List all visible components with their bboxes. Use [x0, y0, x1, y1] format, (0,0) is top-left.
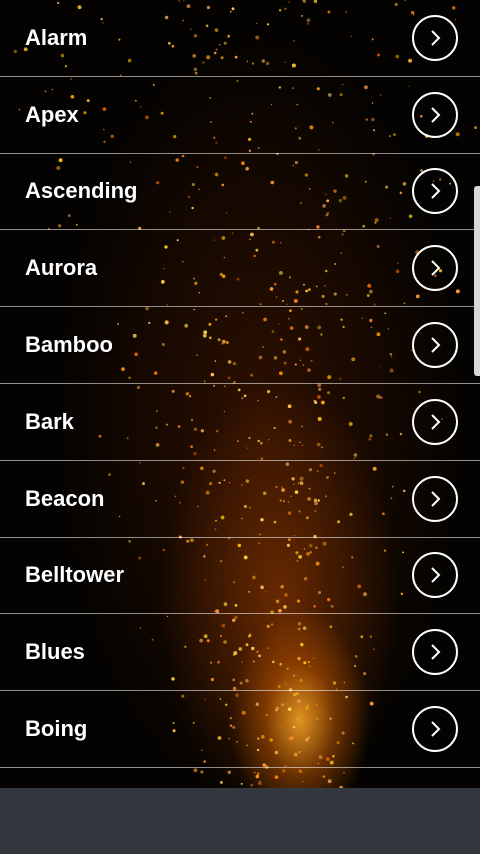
ringtone-list: Alarm Apex Ascending Aurora Bamboo Bark …	[0, 0, 480, 778]
bottom-bar	[0, 788, 480, 854]
spark	[327, 779, 332, 784]
chevron-right-button[interactable]	[412, 629, 458, 676]
spark	[250, 783, 253, 787]
list-item-label: Alarm	[25, 24, 88, 50]
spark	[259, 780, 261, 782]
chevron-right-button[interactable]	[412, 91, 458, 138]
spark	[219, 780, 223, 784]
spark	[258, 781, 262, 785]
chevron-right-button[interactable]	[412, 552, 458, 599]
list-item[interactable]: Bamboo	[0, 307, 480, 384]
list-item[interactable]: Bark	[0, 384, 480, 461]
list-item-label: Beacon	[25, 485, 105, 511]
list-item[interactable]: Alarm	[0, 0, 480, 77]
chevron-right-icon	[431, 260, 441, 276]
chevron-right-icon	[431, 490, 441, 507]
screen: Alarm Apex Ascending Aurora Bamboo Bark …	[0, 0, 480, 854]
list-item[interactable]: Blues	[0, 614, 480, 692]
list-item-label: Bamboo	[25, 332, 113, 358]
list-item[interactable]: Aurora	[0, 230, 480, 308]
list-item[interactable]: Ascending	[0, 154, 480, 231]
chevron-right-button[interactable]	[412, 398, 458, 445]
list-item-label: Belltower	[25, 562, 125, 588]
chevron-right-icon	[431, 721, 441, 737]
chevron-right-button[interactable]	[412, 168, 458, 215]
scrollbar-thumb[interactable]	[474, 186, 480, 376]
list-item[interactable]: Apex	[0, 77, 480, 154]
chevron-right-button[interactable]	[412, 706, 458, 753]
chevron-right-button[interactable]	[412, 14, 458, 61]
list-item-label: Boing	[25, 716, 88, 742]
chevron-right-button[interactable]	[412, 475, 458, 522]
chevron-right-icon	[431, 644, 441, 660]
list-item-label: Blues	[25, 639, 85, 665]
list-item[interactable]: Beacon	[0, 461, 480, 538]
chevron-right-icon	[431, 414, 441, 430]
list-item-label: Bark	[25, 408, 74, 434]
chevron-right-icon	[431, 567, 441, 584]
list-item[interactable]: Boing	[0, 691, 480, 768]
list-item-label: Ascending	[25, 178, 138, 204]
chevron-right-icon	[431, 30, 441, 46]
chevron-right-button[interactable]	[412, 322, 458, 369]
chevron-right-icon	[431, 337, 441, 353]
chevron-right-icon	[431, 106, 441, 123]
chevron-right-icon	[431, 183, 441, 200]
list-item-label: Aurora	[25, 255, 98, 281]
list-item[interactable]: Belltower	[0, 538, 480, 615]
spark	[301, 780, 304, 783]
chevron-right-button[interactable]	[412, 245, 458, 292]
list-item-label: Apex	[25, 101, 79, 127]
spark	[240, 782, 243, 785]
